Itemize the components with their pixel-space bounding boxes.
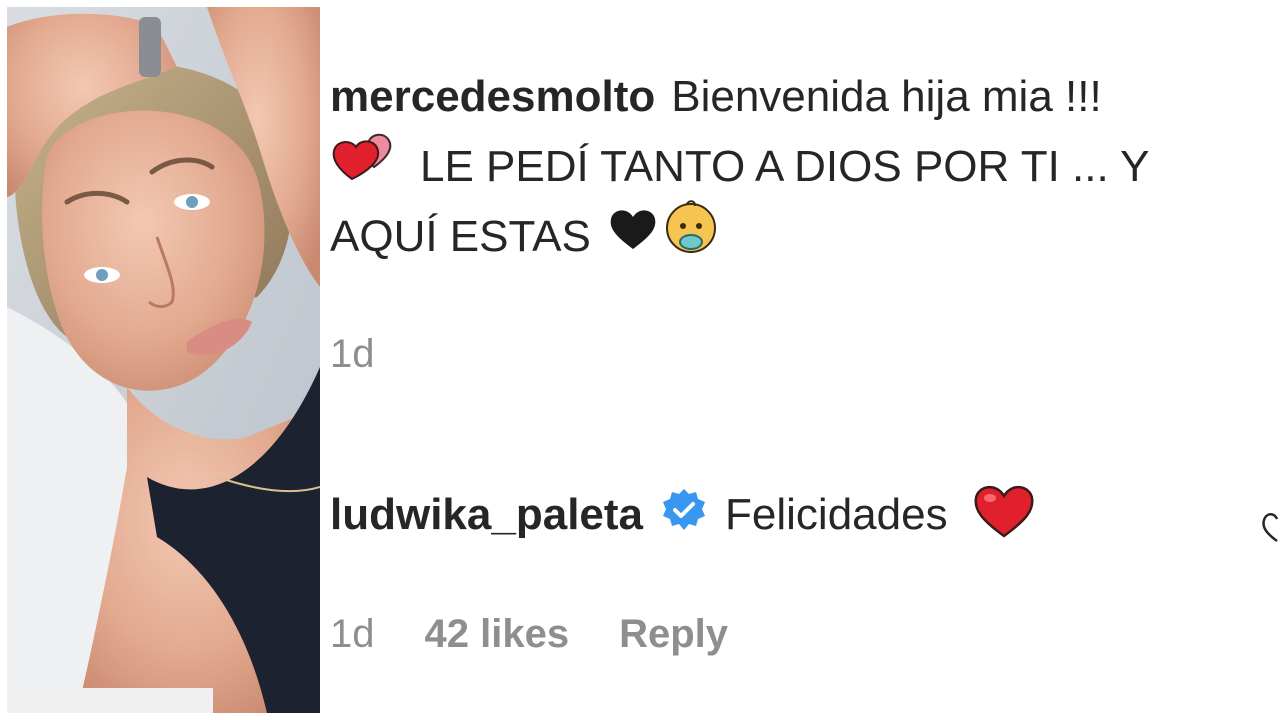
comment-ludwika-paleta: ludwika_paleta Felicidades — [330, 480, 1036, 550]
likes-count[interactable]: 42 likes — [425, 612, 570, 657]
comment-text-line1: Bienvenida hija mia !!! — [671, 72, 1102, 121]
comment-text-line2: LE PEDÍ TANTO A DIOS POR TI ... Y — [420, 142, 1150, 191]
photo-caption-bar — [7, 688, 213, 713]
red-heart-icon — [972, 482, 1036, 549]
like-heart-icon[interactable] — [1262, 511, 1280, 545]
comment-line-2: LE PEDÍ TANTO A DIOS POR TI ... Y — [330, 132, 1280, 202]
post-photo — [7, 7, 320, 713]
baby-icon — [663, 198, 719, 273]
comment-time: 1d — [330, 611, 375, 656]
portrait-image — [7, 7, 320, 713]
comment-mercedesmolto: mercedesmolto Bienvenida hija mia !!! LE… — [330, 62, 1280, 272]
comment-line-1: mercedesmolto Bienvenida hija mia !!! — [330, 62, 1280, 132]
comment-text: Felicidades — [725, 490, 948, 539]
verified-badge-icon — [661, 487, 707, 544]
black-heart-icon — [609, 202, 657, 272]
comment-time: 1d — [330, 331, 375, 376]
comment-meta-1: 1d — [330, 330, 375, 378]
comment-meta-2: 1d 42 likes Reply — [330, 608, 728, 660]
comment-username[interactable]: mercedesmolto — [330, 62, 655, 132]
comment-text-line3: AQUÍ ESTAS — [330, 212, 591, 261]
comment-line-3: AQUÍ ESTAS — [330, 199, 1280, 272]
reply-button[interactable]: Reply — [619, 612, 728, 657]
two-hearts-icon — [330, 131, 396, 204]
comment-username[interactable]: ludwika_paleta — [330, 490, 643, 540]
